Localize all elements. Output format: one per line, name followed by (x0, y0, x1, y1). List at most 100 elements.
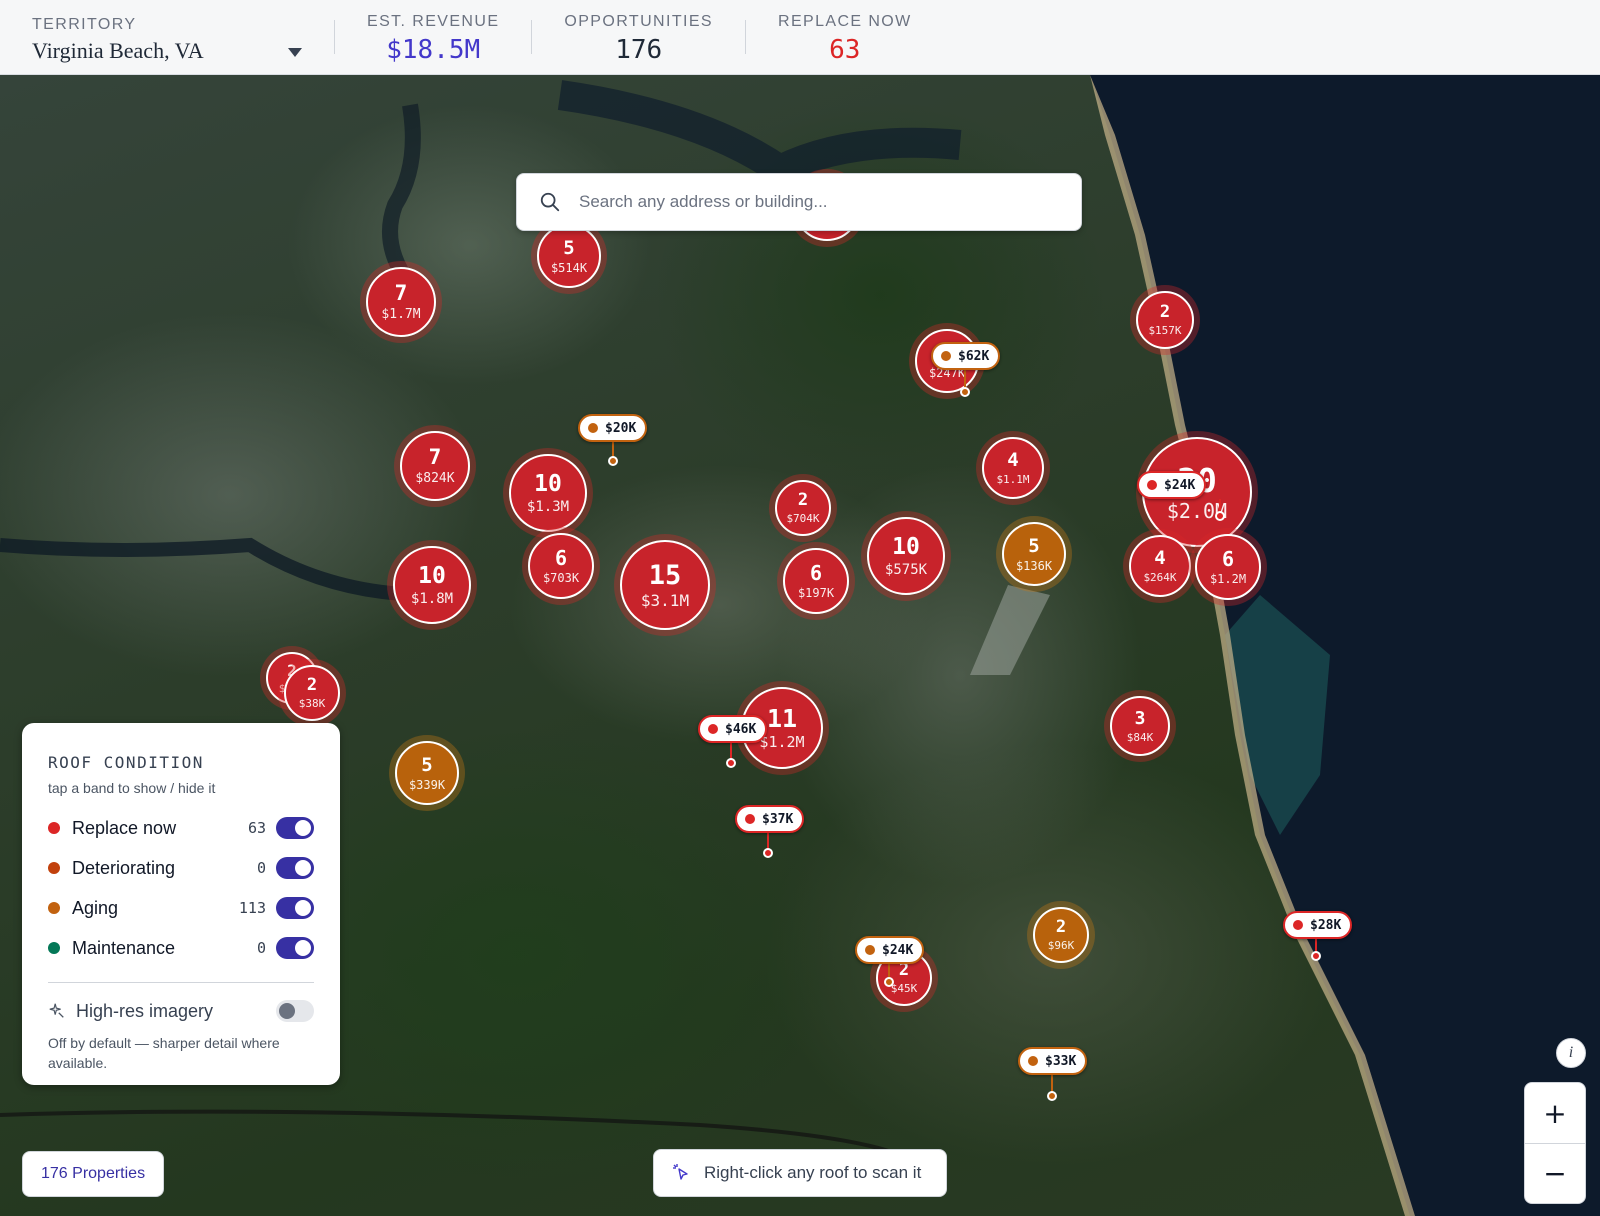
pin-amount: $28K (1310, 917, 1342, 933)
properties-button[interactable]: 176 Properties (22, 1151, 165, 1197)
cluster-amount: $96K (1047, 939, 1075, 952)
cluster-marker[interactable]: 4 $264K (1129, 535, 1191, 597)
cluster-count: 4 (1154, 547, 1166, 569)
band-count: 0 (256, 939, 266, 957)
hires-imagery-row[interactable]: High-res imagery (48, 997, 314, 1025)
cluster-count: 10 (892, 533, 920, 560)
kpi-revenue-value: $18.5M (386, 35, 481, 65)
band-toggle[interactable] (276, 817, 314, 839)
property-pin[interactable]: $62K (931, 342, 1001, 370)
pin-dot-icon (1293, 920, 1303, 930)
cluster-count: 10 (534, 470, 562, 497)
cluster-marker[interactable]: 7 $1.7M (366, 267, 436, 337)
kpi-revenue: EST. REVENUE $18.5M (335, 0, 531, 74)
band-label: Maintenance (72, 937, 176, 958)
band-toggle[interactable] (276, 897, 314, 919)
band-aging[interactable]: Aging 113 (48, 888, 314, 928)
chevron-down-icon[interactable] (288, 48, 302, 57)
property-pin[interactable]: $24K (855, 936, 925, 964)
cluster-marker[interactable]: 5 $339K (395, 741, 459, 805)
cluster-amount: $1.7M (381, 307, 421, 322)
cluster-marker[interactable]: 2 $704K (775, 480, 831, 536)
hires-imagery-toggle[interactable] (276, 1000, 314, 1022)
band-count: 0 (256, 859, 266, 877)
cluster-count: 6 (554, 546, 568, 570)
replace-now-dot-icon (48, 822, 60, 834)
band-replace-now[interactable]: Replace now 63 (48, 808, 314, 848)
cluster-marker[interactable]: 6 $197K (783, 548, 849, 614)
property-pin[interactable]: $24K (1137, 471, 1207, 499)
pin-anchor[interactable] (1311, 951, 1321, 961)
cluster-marker[interactable]: 10 $575K (867, 517, 945, 595)
territory-selector[interactable]: TERRITORY Virginia Beach, VA (0, 0, 334, 74)
cluster-marker[interactable]: 15 $3.1M (620, 540, 710, 630)
cluster-amount: $84K (1126, 730, 1154, 744)
pin-amount: $46K (725, 721, 757, 737)
hires-imagery-note: Off by default — sharper detail where av… (48, 1035, 280, 1071)
band-toggle[interactable] (276, 857, 314, 879)
roof-condition-legend: ROOF CONDITION tap a band to show / hide… (22, 723, 340, 1085)
search-bar[interactable] (516, 173, 1082, 231)
property-pin[interactable]: $46K (698, 715, 768, 743)
cluster-count: 5 (1028, 534, 1040, 557)
pin-anchor[interactable] (1047, 1091, 1057, 1101)
cluster-marker[interactable]: 5 $514K (537, 224, 601, 288)
cluster-marker[interactable]: 4 $1.1M (982, 437, 1044, 499)
deteriorating-dot-icon (48, 862, 60, 874)
property-pin[interactable]: $33K (1018, 1047, 1088, 1075)
cluster-marker[interactable]: 6 $1.2M (1195, 534, 1261, 600)
cluster-marker[interactable]: 5 $136K (1002, 522, 1066, 586)
cluster-count: 11 (766, 704, 798, 733)
cluster-count: 7 (394, 281, 408, 305)
band-deteriorating[interactable]: Deteriorating 0 (48, 848, 314, 888)
band-maintenance[interactable]: Maintenance 0 (48, 928, 314, 968)
pin-dot-icon (708, 724, 718, 734)
pin-dot-icon (745, 814, 755, 824)
pin-anchor[interactable] (726, 758, 736, 768)
search-input[interactable] (579, 192, 1059, 212)
territory-label: TERRITORY (32, 16, 137, 33)
pin-anchor[interactable] (608, 456, 618, 466)
cluster-marker[interactable]: 2 $157K (1136, 291, 1194, 349)
cluster-marker[interactable]: 2 $96K (1033, 907, 1089, 963)
cluster-amount: $703K (542, 571, 580, 585)
kpi-opportunities: OPPORTUNITIES 176 (532, 0, 745, 74)
cluster-amount: $157K (1148, 324, 1182, 337)
property-pin[interactable]: $37K (735, 805, 805, 833)
cluster-marker[interactable]: 3 $84K (1110, 696, 1170, 756)
search-icon (540, 192, 560, 212)
cluster-marker[interactable]: 7 $824K (400, 431, 470, 501)
cluster-amount: $264K (1143, 571, 1177, 584)
legend-title: ROOF CONDITION (48, 753, 204, 772)
band-toggle[interactable] (276, 937, 314, 959)
pin-dot-icon (588, 423, 598, 433)
cluster-count: 2 (1159, 302, 1171, 322)
scan-hint-text: Right-click any roof to scan it (704, 1163, 922, 1182)
cluster-marker[interactable]: 6 $703K (528, 533, 594, 599)
cluster-amount: $1.2M (1209, 572, 1247, 586)
pin-dot-icon (865, 945, 875, 955)
cluster-count: 7 (428, 445, 442, 469)
pin-anchor[interactable] (960, 387, 970, 397)
pin-anchor[interactable] (1215, 511, 1225, 521)
cluster-marker[interactable]: 10 $1.8M (393, 546, 471, 624)
property-pin[interactable]: $28K (1283, 911, 1353, 939)
kpi-opportunities-label: OPPORTUNITIES (564, 13, 713, 30)
pin-anchor[interactable] (763, 848, 773, 858)
cluster-count: 2 (1055, 917, 1067, 937)
pin-anchor[interactable] (884, 977, 894, 987)
cluster-amount: $45K (890, 982, 918, 995)
cluster-count: 10 (418, 562, 446, 589)
zoom-out-button[interactable]: − (1525, 1143, 1585, 1203)
cluster-marker[interactable]: 10 $1.3M (509, 454, 587, 532)
cluster-amount: $575K (884, 561, 928, 578)
cluster-count: 5 (421, 753, 433, 776)
cluster-count: 3 (1134, 707, 1146, 729)
property-pin[interactable]: $20K (578, 414, 648, 442)
zoom-in-button[interactable]: + (1525, 1083, 1585, 1143)
cluster-count: 15 (648, 559, 682, 591)
zoom-controls: + − (1524, 1082, 1586, 1204)
cluster-marker[interactable]: 2 $38K (284, 665, 340, 721)
cluster-amount: $136K (1015, 558, 1053, 573)
info-icon[interactable]: i (1556, 1038, 1586, 1068)
